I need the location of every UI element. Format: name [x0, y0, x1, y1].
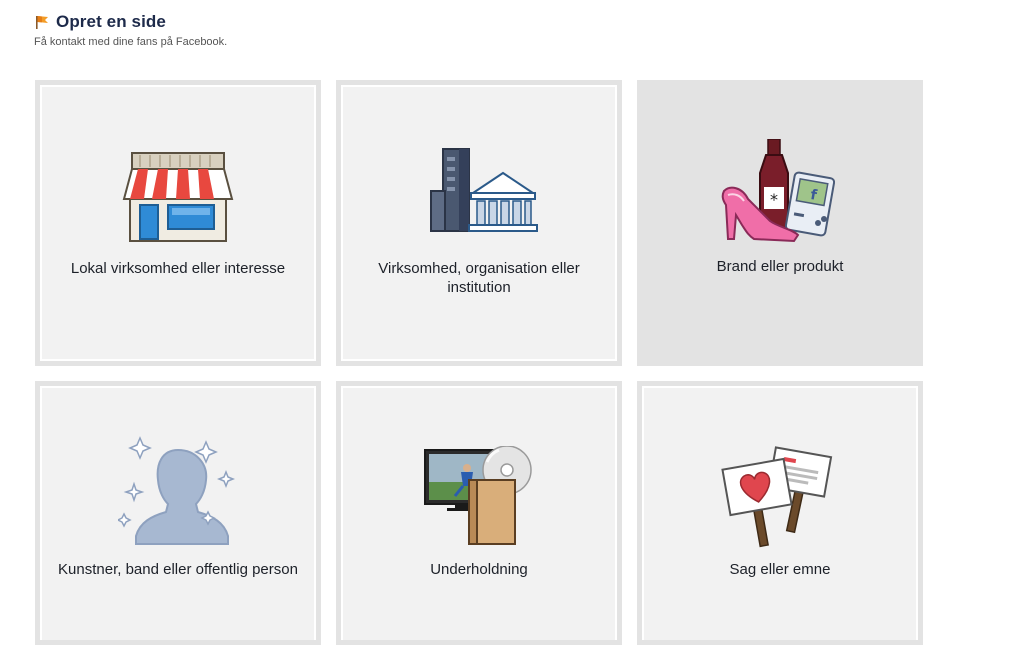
page-title: Opret en side	[56, 12, 166, 31]
svg-text:*: *	[770, 190, 778, 209]
flag-icon	[34, 14, 50, 30]
entertainment-icon	[419, 445, 539, 556]
tile-local-business[interactable]: Lokal virksomhed eller interesse	[35, 80, 321, 366]
tile-label: Kunstner, band eller offentlig person	[58, 561, 298, 578]
page-subtitle: Få kontakt med dine fans på Facebook.	[34, 36, 228, 48]
tile-artist-public-figure[interactable]: Kunstner, band eller offentlig person	[35, 381, 321, 645]
tile-brand-product[interactable]: * f Brand eller produkt	[637, 80, 923, 366]
tile-label: Brand eller produkt	[716, 258, 844, 275]
tile-entertainment[interactable]: Underholdning	[336, 381, 622, 645]
products-icon: * f	[720, 138, 840, 249]
tile-label: Sag eller emne	[729, 561, 831, 578]
tile-label: Underholdning	[430, 561, 528, 578]
protest-signs-icon	[720, 446, 840, 556]
page-header: Opret en side Få kontakt med dine fans p…	[34, 12, 227, 48]
tile-label: Lokal virksomhed eller interesse	[70, 260, 286, 277]
tile-company-organization[interactable]: Virksomhed, organisation eller instituti…	[336, 80, 622, 366]
storefront-icon	[118, 141, 238, 251]
buildings-icon	[419, 141, 539, 251]
tile-label: Virksomhed, organisation eller instituti…	[378, 260, 580, 296]
person-silhouette-icon	[116, 436, 238, 546]
tile-cause-topic[interactable]: Sag eller emne	[637, 381, 923, 645]
